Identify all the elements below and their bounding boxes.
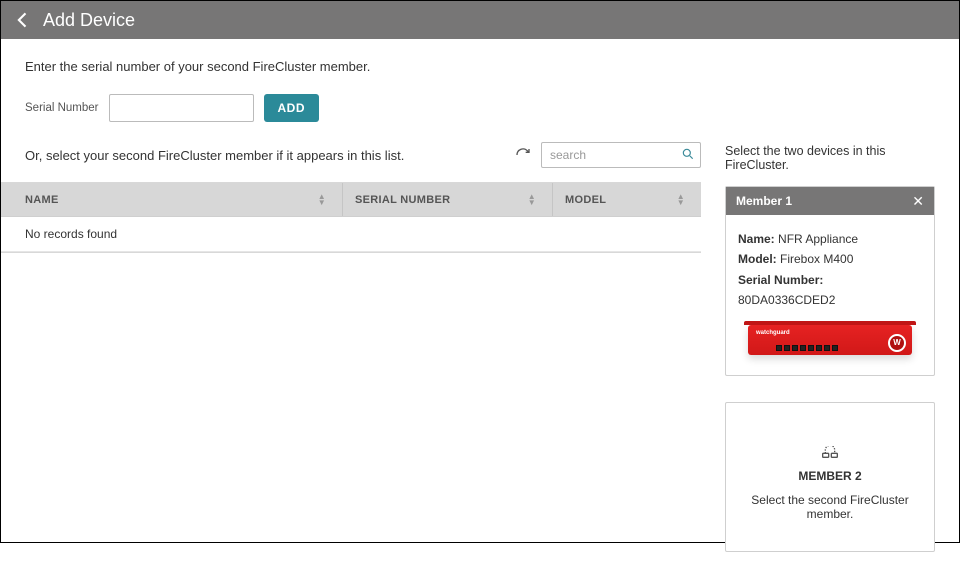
member1-body: Name: NFR Appliance Model: Firebox M400 … (726, 215, 934, 375)
member1-serial-row: Serial Number: 80DA0336CDED2 (738, 270, 922, 311)
serial-number-label: Serial Number (25, 102, 99, 114)
back-chevron-icon[interactable] (13, 10, 33, 30)
member1-card: Member 1 ✕ Name: NFR Appliance Model: Fi… (725, 186, 935, 376)
member1-header-label: Member 1 (736, 194, 792, 208)
column-label: SERIAL NUMBER (355, 194, 450, 206)
page-title: Add Device (43, 10, 135, 31)
member1-serial-label: Serial Number: (738, 273, 823, 287)
sort-icon: ▲▼ (677, 194, 685, 206)
member2-text: Select the second FireCluster member. (738, 493, 922, 521)
member1-serial-value: 80DA0336CDED2 (738, 293, 835, 307)
device-image: watchguard W (738, 319, 922, 365)
device-pair-icon (738, 445, 922, 461)
add-button[interactable]: ADD (264, 94, 320, 122)
serial-entry-row: Serial Number ADD (25, 94, 935, 122)
column-header-serial[interactable]: SERIAL NUMBER ▲▼ (343, 183, 553, 216)
member1-name-label: Name: (738, 232, 775, 246)
member1-header: Member 1 ✕ (726, 187, 934, 215)
member1-name-value: NFR Appliance (778, 232, 858, 246)
content-area: Enter the serial number of your second F… (1, 39, 959, 562)
table-header-row: NAME ▲▼ SERIAL NUMBER ▲▼ MODEL ▲▼ (1, 183, 701, 217)
brand-logo-icon: W (888, 334, 906, 352)
refresh-icon[interactable] (515, 147, 531, 163)
serial-number-input[interactable] (109, 94, 254, 122)
search-input[interactable] (541, 142, 701, 168)
column-label: NAME (25, 194, 59, 206)
table-empty-row: No records found (1, 217, 701, 252)
firebox-illustration: watchguard W (748, 325, 912, 355)
device-list-panel: Or, select your second FireCluster membe… (25, 142, 701, 253)
page-header: Add Device (1, 1, 959, 39)
close-icon[interactable]: ✕ (912, 194, 924, 208)
device-ports (776, 345, 838, 351)
device-brand-label: watchguard (756, 328, 790, 338)
member1-model-row: Model: Firebox M400 (738, 249, 922, 269)
search-wrap (541, 142, 701, 168)
column-header-name[interactable]: NAME ▲▼ (1, 183, 343, 216)
column-header-model[interactable]: MODEL ▲▼ (553, 183, 701, 216)
member1-model-value: Firebox M400 (780, 252, 853, 266)
member1-name-row: Name: NFR Appliance (738, 229, 922, 249)
member2-card[interactable]: MEMBER 2 Select the second FireCluster m… (725, 402, 935, 552)
selected-members-panel: Select the two devices in this FireClust… (725, 142, 935, 552)
sort-icon: ▲▼ (528, 194, 536, 206)
member1-model-label: Model: (738, 252, 777, 266)
or-select-text: Or, select your second FireCluster membe… (25, 148, 503, 163)
column-label: MODEL (565, 194, 606, 206)
sort-icon: ▲▼ (318, 194, 326, 206)
member2-title: MEMBER 2 (738, 469, 922, 483)
right-instruction-text: Select the two devices in this FireClust… (725, 144, 935, 172)
instruction-text: Enter the serial number of your second F… (25, 59, 935, 74)
device-table: NAME ▲▼ SERIAL NUMBER ▲▼ MODEL ▲▼ No rec… (1, 182, 701, 253)
